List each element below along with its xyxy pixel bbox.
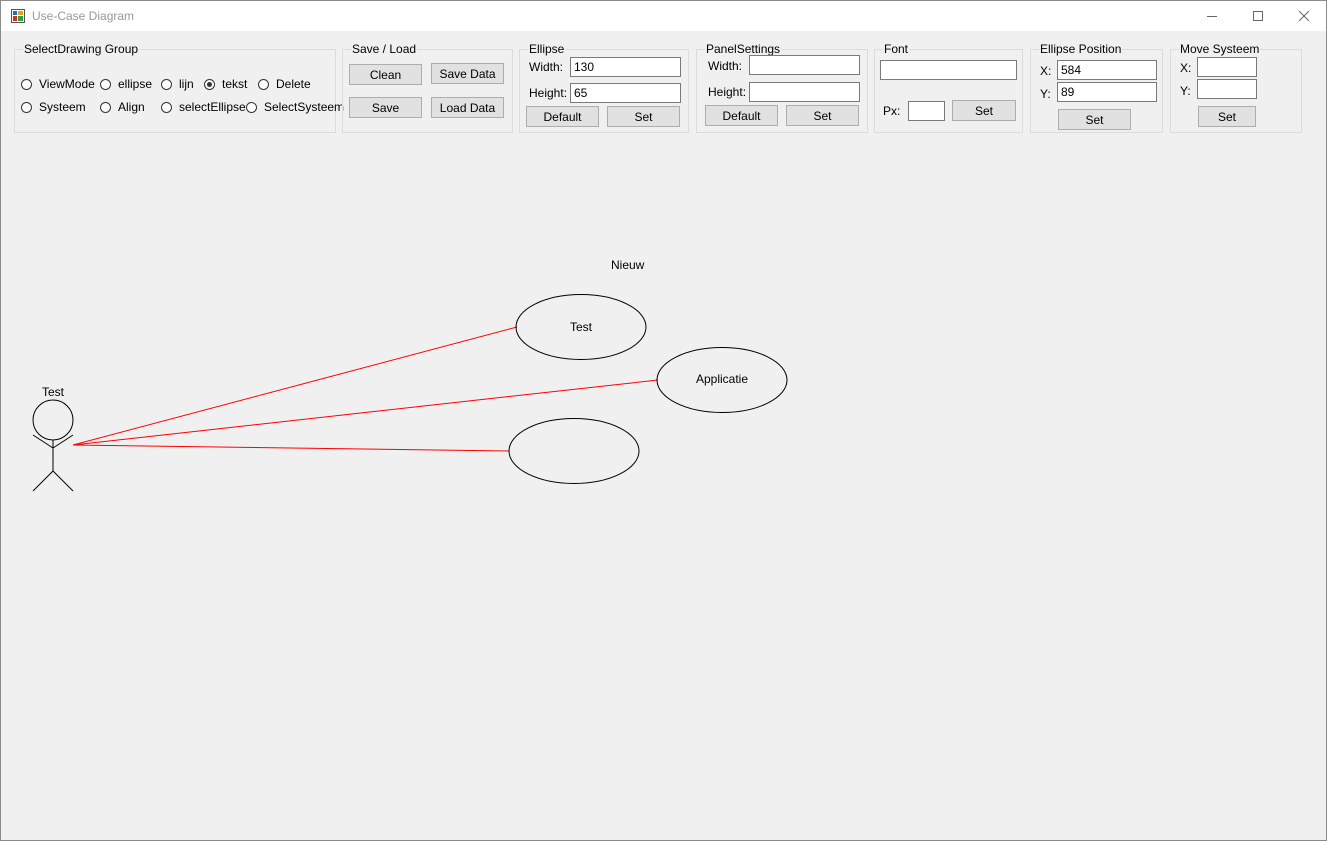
actor-leg-left[interactable] <box>32 470 54 492</box>
association-line-applicatie[interactable] <box>72 379 659 446</box>
use-case-ellipse-empty[interactable] <box>508 418 640 484</box>
use-case-label-applicatie: Applicatie <box>695 372 749 386</box>
drawing-canvas[interactable]: Nieuw Test Test Applicatie <box>0 0 1327 841</box>
actor-head[interactable] <box>32 399 74 441</box>
actor-label[interactable]: Test <box>42 385 64 399</box>
actor-leg-right[interactable] <box>52 470 74 492</box>
use-case-label-test: Test <box>569 320 592 334</box>
free-text-label[interactable]: Nieuw <box>611 258 644 272</box>
association-line-test[interactable] <box>72 326 518 446</box>
diagram-svg[interactable] <box>0 0 1327 841</box>
association-line-empty[interactable] <box>72 444 510 452</box>
actor-figure[interactable] <box>32 399 74 492</box>
